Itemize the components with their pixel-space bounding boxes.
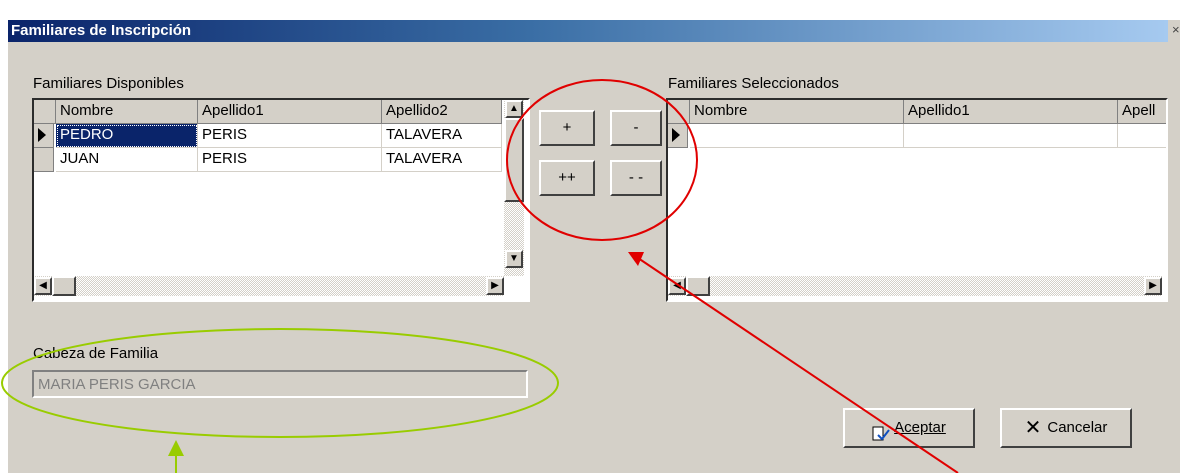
scroll-thumb[interactable] [686, 276, 710, 296]
cabeza-label: Cabeza de Familia [33, 345, 159, 362]
column-header-apellido1[interactable]: Apellido1 [198, 100, 382, 124]
cabeza-de-familia-field[interactable]: MARIA PERIS GARCIA [32, 370, 528, 398]
table-cell[interactable]: TALAVERA [382, 124, 502, 148]
available-label: Familiares Disponibles [33, 75, 184, 92]
add-button[interactable]: + [539, 110, 595, 146]
dialog-window: Familiares de Inscripción × Familiares D… [8, 20, 1180, 473]
remove-button[interactable]: - [610, 110, 662, 146]
grid-corner [668, 100, 690, 124]
title-bar: Familiares de Inscripción [8, 20, 1168, 42]
table-cell[interactable] [1118, 124, 1166, 148]
scroll-thumb[interactable] [52, 276, 76, 296]
scroll-right-icon[interactable]: ▶ [1144, 277, 1162, 295]
cancel-label: Cancelar [1047, 419, 1108, 436]
column-header-nombre[interactable]: Nombre [56, 100, 198, 124]
checkmark-document-icon [872, 420, 890, 441]
current-row-arrow-icon [672, 128, 680, 142]
selected-grid[interactable]: Nombre Apellido1 Apell ◀ ▶ [666, 98, 1168, 302]
remove-all-button[interactable]: - - [610, 160, 662, 196]
table-cell[interactable]: PERIS [198, 148, 382, 172]
x-icon: ✕ [1024, 417, 1042, 440]
row-indicator[interactable] [34, 148, 54, 172]
horizontal-scrollbar[interactable] [34, 276, 504, 296]
scroll-left-icon[interactable]: ◀ [34, 277, 52, 295]
scroll-right-icon[interactable]: ▶ [486, 277, 504, 295]
grid-corner [34, 100, 56, 124]
table-cell[interactable] [904, 124, 1118, 148]
scroll-down-icon[interactable]: ▼ [505, 250, 523, 268]
horizontal-scrollbar[interactable] [668, 276, 1162, 296]
close-icon[interactable]: × [1172, 22, 1180, 37]
scroll-up-icon[interactable]: ▲ [505, 100, 523, 118]
column-header-nombre[interactable]: Nombre [690, 100, 904, 124]
row-indicator[interactable] [668, 124, 688, 148]
column-header-apellido2[interactable]: Apellido2 [382, 100, 502, 124]
available-grid[interactable]: Nombre Apellido1 Apellido2 PEDRO PERIS T… [32, 98, 530, 302]
selected-label: Familiares Seleccionados [668, 75, 839, 92]
row-indicator[interactable] [34, 124, 54, 148]
column-header-apellido2[interactable]: Apell [1118, 100, 1166, 124]
table-cell[interactable]: TALAVERA [382, 148, 502, 172]
window-title: Familiares de Inscripción [11, 22, 192, 39]
table-cell[interactable]: JUAN [56, 148, 198, 172]
add-all-button[interactable]: ++ [539, 160, 595, 196]
scroll-left-icon[interactable]: ◀ [668, 277, 686, 295]
scroll-thumb[interactable] [504, 118, 524, 202]
table-cell[interactable]: PERIS [198, 124, 382, 148]
table-cell[interactable]: PEDRO [56, 124, 198, 148]
accept-label: Aceptar [894, 419, 946, 436]
accept-button[interactable]: Aceptar [843, 408, 975, 448]
cancel-button[interactable]: ✕ Cancelar [1000, 408, 1132, 448]
table-cell[interactable] [690, 124, 904, 148]
current-row-arrow-icon [38, 128, 46, 142]
column-header-apellido1[interactable]: Apellido1 [904, 100, 1118, 124]
